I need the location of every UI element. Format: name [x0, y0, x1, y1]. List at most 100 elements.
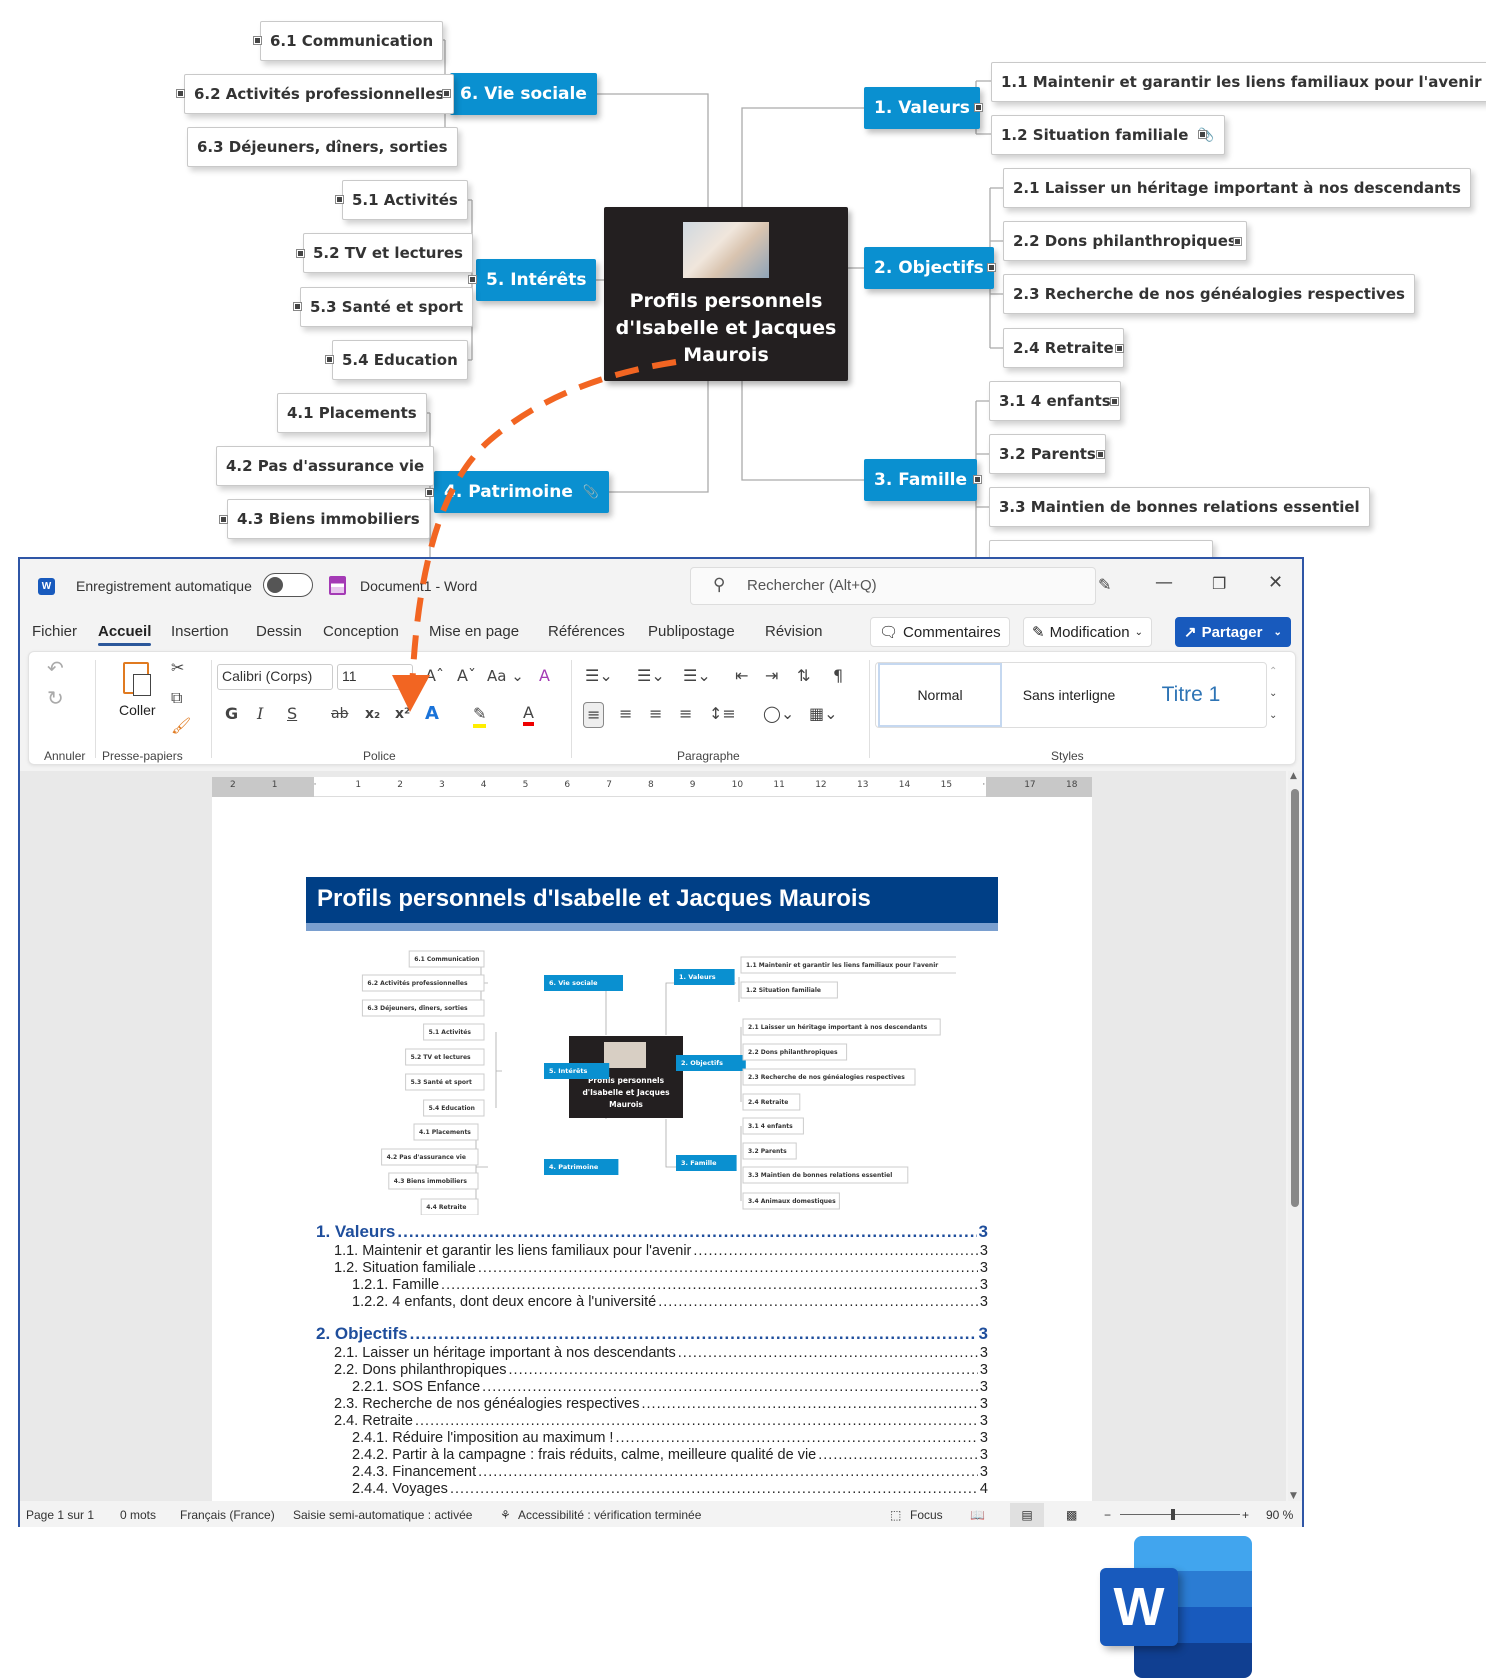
mini-topic-label: 4.2 Pas d'assurance vie: [387, 1154, 466, 1161]
ruler-tick: 14: [898, 780, 911, 790]
toc-label: 1.2.1. Famille: [352, 1277, 440, 1293]
mini-center-text: Maurois: [609, 1100, 643, 1109]
horizontal-ruler[interactable]: 2 1 · 1 2 3 4 5 6 7 8 9 10 11 12 13 14 15 · 17 18: [212, 777, 1092, 797]
word-logo-icon: W: [1100, 1536, 1252, 1678]
read-mode-icon[interactable]: 📖: [970, 1508, 985, 1522]
ruler-tick: 3: [439, 780, 445, 790]
toc-page-number: 3: [979, 1379, 988, 1395]
zoom-in-button[interactable]: +: [1242, 1508, 1249, 1522]
arrow-head: [392, 675, 430, 712]
mini-topic-label: 1.1 Maintenir et garantir les liens fami…: [746, 962, 938, 969]
toc-page-number: 3: [978, 1324, 988, 1343]
accessibility-icon[interactable]: ⚘: [500, 1508, 511, 1522]
toc-page-number: 3: [979, 1277, 988, 1293]
toc-entry[interactable]: 2.4.2. Partir à la campagne : frais rédu…: [316, 1447, 988, 1464]
mini-topic-label: 6.1 Communication: [414, 956, 479, 963]
toc-leader: [615, 1430, 977, 1447]
toc-entry[interactable]: 2.2.1. SOS Enfance 3: [316, 1379, 988, 1396]
mini-topic-label: 5.4 Education: [429, 1105, 475, 1112]
toc-entry[interactable]: 1.2. Situation familiale 3: [316, 1260, 988, 1277]
toc-page-number: 3: [978, 1222, 988, 1241]
mini-topic-label: 4.4 Retraite: [426, 1204, 466, 1211]
ruler-tick: 10: [731, 780, 744, 790]
zoom-slider[interactable]: [1120, 1509, 1240, 1520]
accessibility-status[interactable]: Accessibilité : vérification terminée: [518, 1508, 701, 1522]
scrollbar-thumb[interactable]: [1291, 789, 1299, 1207]
mini-topic-label: 6.2 Activités professionnelles: [367, 980, 468, 987]
mini-branch-label: 3. Famille: [681, 1159, 717, 1167]
mini-branch-label: 2. Objectifs: [681, 1059, 723, 1067]
toc-page-number: 3: [979, 1447, 988, 1463]
scroll-down-arrow[interactable]: ▼: [1290, 1491, 1297, 1501]
page-count[interactable]: Page 1 sur 1: [26, 1508, 94, 1522]
toc-label: 1.2.2. 4 enfants, dont deux encore à l'u…: [352, 1294, 657, 1310]
mini-topic-label: 2.1 Laisser un héritage important à nos …: [748, 1024, 928, 1031]
vertical-scrollbar[interactable]: ▲ ▼: [1288, 771, 1302, 1501]
toc-leader: [478, 1464, 978, 1481]
toc-entry[interactable]: 2.4.4. Voyages 4: [316, 1481, 988, 1498]
autocomplete-status[interactable]: Saisie semi-automatique : activée: [293, 1508, 472, 1522]
ruler-tick: 12: [815, 780, 827, 790]
scroll-up-arrow[interactable]: ▲: [1290, 771, 1297, 781]
word-count[interactable]: 0 mots: [120, 1508, 156, 1522]
ruler-tick: 6: [564, 780, 571, 790]
mini-branch-label: 5. Intérêts: [549, 1067, 588, 1075]
ruler-tick: 1: [271, 780, 278, 790]
ruler-tick: 8: [648, 780, 654, 790]
title-underline: [306, 923, 998, 931]
toc-entry[interactable]: 2.1. Laisser un héritage important à nos…: [316, 1345, 988, 1362]
status-bar: Page 1 sur 1 0 mots Français (France) Sa…: [20, 1503, 1302, 1527]
toc-entry[interactable]: 1.2.2. 4 enfants, dont deux encore à l'u…: [316, 1294, 988, 1311]
toc-label: 1.2. Situation familiale: [334, 1260, 476, 1276]
toc-page-number: 3: [979, 1345, 988, 1361]
zoom-out-button[interactable]: −: [1104, 1508, 1111, 1522]
toc-leader: [509, 1362, 978, 1379]
toc-entry[interactable]: 1.2.1. Famille 3: [316, 1277, 988, 1294]
toc-leader: [482, 1379, 978, 1396]
web-layout-icon[interactable]: ▩: [1066, 1508, 1077, 1522]
embedded-mind-map-image[interactable]: Profils personnelsd'Isabelle et JacquesM…: [356, 945, 956, 1215]
toc-leader: [410, 1323, 977, 1345]
mini-topic-label: 4.1 Placements: [419, 1129, 471, 1136]
mini-topic-label: 2.3 Recherche de nos généalogies respect…: [748, 1074, 905, 1081]
mini-topic-label: 3.4 Animaux domestiques: [748, 1198, 836, 1205]
toc-leader: [397, 1221, 976, 1243]
toc-label: 2.2. Dons philanthropiques: [334, 1362, 507, 1378]
toc-entry[interactable]: 1. Valeurs 3: [316, 1221, 988, 1243]
toc-entry[interactable]: 2.2. Dons philanthropiques 3: [316, 1362, 988, 1379]
toc-leader: [441, 1277, 978, 1294]
mini-topic-label: 5.1 Activités: [429, 1029, 472, 1036]
document-page[interactable]: Profils personnels d'Isabelle et Jacques…: [212, 797, 1092, 1501]
toc-entry[interactable]: 2. Objectifs 3: [316, 1323, 988, 1345]
toc-entry[interactable]: 2.4.3. Financement 3: [316, 1464, 988, 1481]
print-layout-icon[interactable]: ▤: [1010, 1503, 1044, 1527]
toc-page-number: 3: [979, 1294, 988, 1310]
zoom-slider-thumb[interactable]: [1171, 1509, 1176, 1520]
toc-label: 2.4.1. Réduire l'imposition au maximum !: [352, 1430, 614, 1446]
mini-center-text: d'Isabelle et Jacques: [582, 1088, 670, 1097]
toc-entry[interactable]: 1.1. Maintenir et garantir les liens fam…: [316, 1243, 988, 1260]
toc-label: 2.4.2. Partir à la campagne : frais rédu…: [352, 1447, 817, 1463]
toc-entry[interactable]: 2.4.1. Réduire l'imposition au maximum !…: [316, 1430, 988, 1447]
ruler-tick: ·: [313, 780, 317, 790]
language[interactable]: Français (France): [180, 1508, 275, 1522]
toc-label: 2. Objectifs: [316, 1324, 408, 1343]
toc-leader: [642, 1396, 978, 1413]
mini-topic-label: 2.4 Retraite: [748, 1099, 788, 1106]
mini-topic-label: 3.1 4 enfants: [748, 1123, 793, 1130]
ruler-tick: 13: [857, 780, 869, 790]
document-title-banner[interactable]: Profils personnels d'Isabelle et Jacques…: [306, 877, 998, 923]
toc-page-number: 3: [979, 1396, 988, 1412]
toc-entry[interactable]: 2.3. Recherche de nos généalogies respec…: [316, 1396, 988, 1413]
ruler-tick: 9: [689, 780, 696, 790]
toc-label: 2.2.1. SOS Enfance: [352, 1379, 481, 1395]
ruler-tick: 2: [397, 780, 403, 790]
toc-page-number: 3: [979, 1413, 988, 1429]
focus-mode-button[interactable]: Focus: [910, 1508, 943, 1522]
focus-icon[interactable]: ⬚: [890, 1508, 901, 1522]
zoom-level[interactable]: 90 %: [1266, 1508, 1293, 1522]
toc-leader: [658, 1294, 978, 1311]
toc-label: 1. Valeurs: [316, 1222, 396, 1241]
ruler-tick: 18: [1066, 780, 1078, 790]
toc-entry[interactable]: 2.4. Retraite 3: [316, 1413, 988, 1430]
